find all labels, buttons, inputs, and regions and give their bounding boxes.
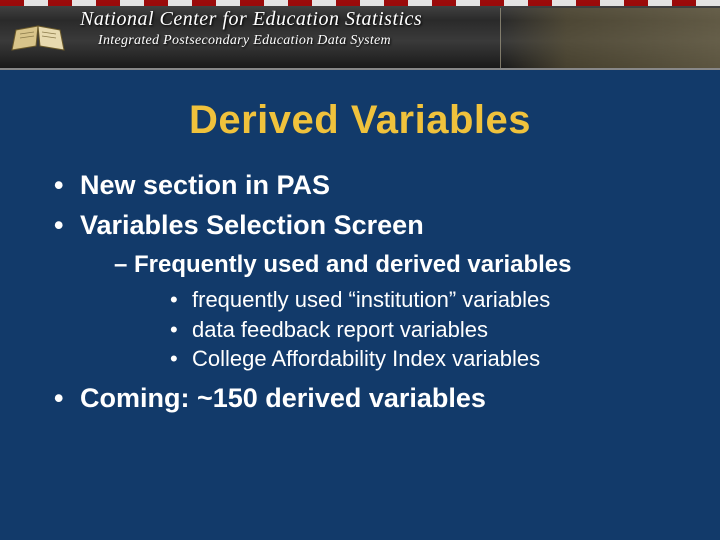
sub-bullet-list: Frequently used and derived variables fr… <box>80 249 690 374</box>
sub2-bullet-text: frequently used “institution” variables <box>192 287 550 312</box>
bullet-text: New section in PAS <box>80 170 330 200</box>
banner-text-block: National Center for Education Statistics… <box>80 8 422 49</box>
banner-subtitle: Integrated Postsecondary Education Data … <box>98 33 422 49</box>
sub2-bullet-text: data feedback report variables <box>192 317 488 342</box>
bullet-item: Coming: ~150 derived variables <box>54 380 690 418</box>
bullet-item: Variables Selection Screen Frequently us… <box>54 207 690 374</box>
bullet-list: New section in PAS Variables Selection S… <box>30 167 690 418</box>
flag-stripe <box>0 0 720 6</box>
sub2-bullet-item: College Affordability Index variables <box>170 344 690 374</box>
bullet-text: Coming: ~150 derived variables <box>80 383 486 413</box>
banner-title: National Center for Education Statistics <box>80 8 422 31</box>
header-banner: National Center for Education Statistics… <box>0 0 720 70</box>
bullet-item: New section in PAS <box>54 167 690 205</box>
book-icon <box>10 18 66 58</box>
sub-bullet-item: Frequently used and derived variables fr… <box>114 249 690 374</box>
sub2-bullet-list: frequently used “institution” variables … <box>134 285 690 374</box>
slide-title: Derived Variables <box>30 98 690 143</box>
sub2-bullet-item: frequently used “institution” variables <box>170 285 690 315</box>
bullet-text: Variables Selection Screen <box>80 210 424 240</box>
banner-photo <box>500 8 720 68</box>
sub-bullet-text: Frequently used and derived variables <box>134 251 571 278</box>
sub2-bullet-text: College Affordability Index variables <box>192 346 540 371</box>
slide-body: Derived Variables New section in PAS Var… <box>0 70 720 418</box>
sub2-bullet-item: data feedback report variables <box>170 315 690 345</box>
